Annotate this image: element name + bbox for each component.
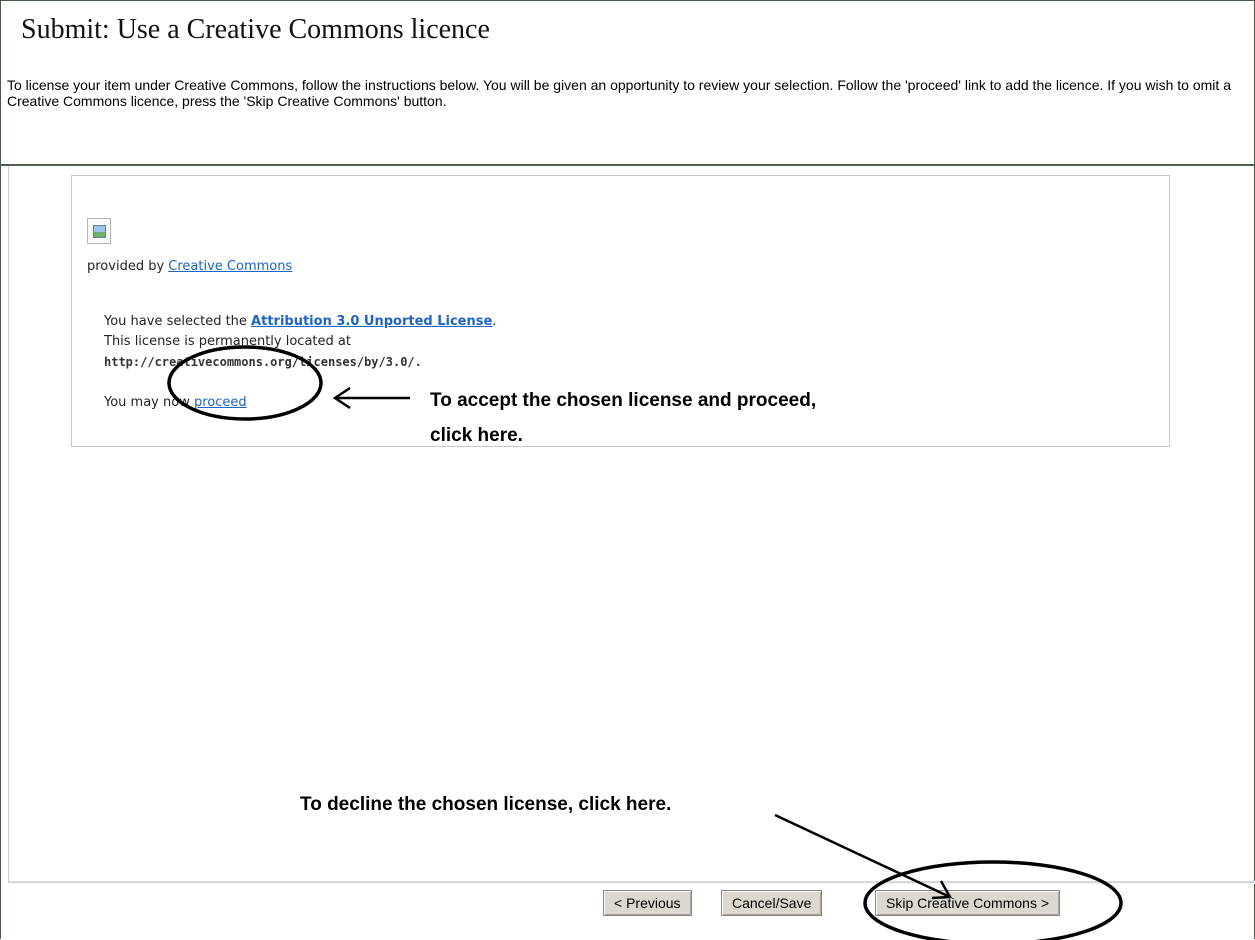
located-text: This license is permanently located at [104,334,351,349]
creative-commons-link[interactable]: Creative Commons [168,259,292,274]
broken-image-icon [87,218,111,244]
selected-prefix: You have selected the [104,314,252,329]
cancel-save-button[interactable]: Cancel/Save [721,890,823,916]
accept-annotation-line2: click here. [430,425,523,446]
license-url: http://creativecommons.org/licenses/by/3… [104,355,415,369]
accept-annotation-line1: To accept the chosen license and proceed… [430,390,817,411]
proceed-prefix: You may now [104,395,194,410]
decline-annotation: To decline the chosen license, click her… [300,794,672,815]
skip-creative-commons-button[interactable]: Skip Creative Commons > [875,890,1061,916]
provided-by-line: provided by Creative Commons [87,259,292,274]
page-title: Submit: Use a Creative Commons licence [21,14,490,45]
intro-text: To license your item under Creative Comm… [7,77,1231,109]
previous-button[interactable]: < Previous [603,890,692,916]
license-name-link[interactable]: Attribution 3.0 Unported License [251,314,492,329]
header-divider [0,164,1255,166]
selected-suffix: . [492,314,497,329]
content-left-border [8,166,9,881]
proceed-link[interactable]: proceed [194,395,247,410]
url-suffix: . [414,355,422,369]
footer-divider-highlight [8,883,1255,884]
provided-by-label: provided by [87,259,169,274]
